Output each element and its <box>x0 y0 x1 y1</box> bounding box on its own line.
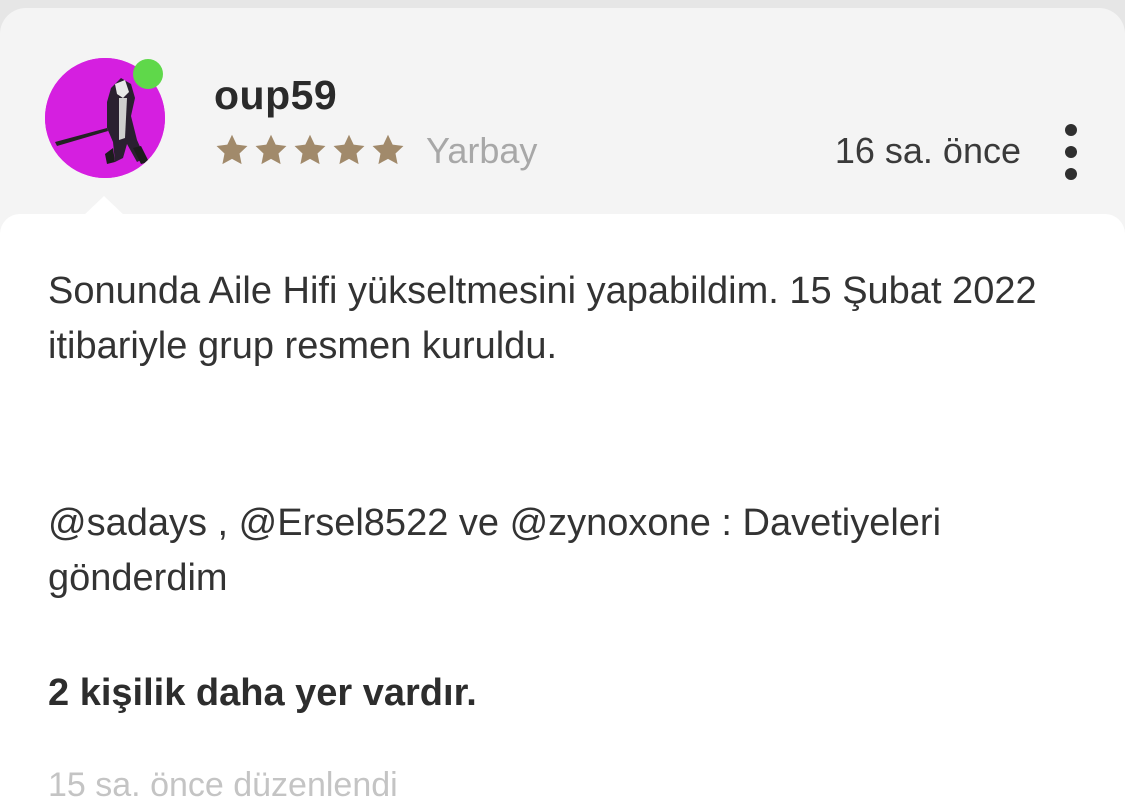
star-icon <box>333 134 365 165</box>
post-paragraph: Sonunda Aile Hifi yükseltmesini yapabild… <box>48 270 1037 367</box>
rating-stars <box>214 132 406 168</box>
user-rank: Yarbay <box>426 130 538 171</box>
star-icon <box>216 134 248 165</box>
star-icon <box>294 134 326 165</box>
star-icon <box>372 134 404 165</box>
online-status-icon <box>133 59 163 89</box>
more-vertical-icon <box>1065 124 1077 136</box>
edited-note: 15 sa. önce düzenlendi <box>48 766 398 804</box>
username[interactable]: oup59 <box>214 72 337 119</box>
speech-pointer <box>83 196 125 216</box>
star-icon <box>255 134 287 165</box>
post-paragraph-bold: 2 kişilik daha yer vardır. <box>48 672 477 714</box>
post-paragraph-mentions: @sadays , @Ersel8522 ve @zynoxone : Dave… <box>48 502 942 599</box>
post-time: 16 sa. önce <box>834 130 1021 171</box>
more-options-button[interactable] <box>1056 124 1086 180</box>
